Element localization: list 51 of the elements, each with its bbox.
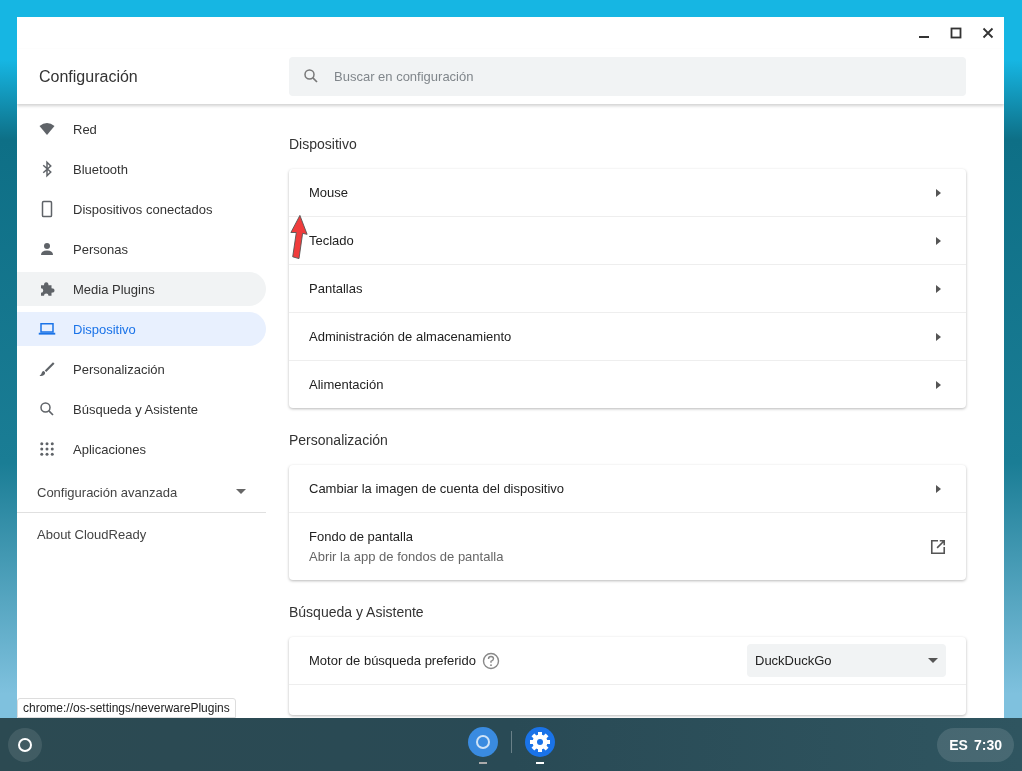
sidebar-item[interactable]: Personas [17, 232, 266, 266]
clock: 7:30 [973, 736, 1002, 753]
arrow-right-icon [936, 188, 941, 197]
sidebar-item[interactable]: Media Plugins [17, 272, 266, 306]
about-link[interactable]: About CloudReady [37, 527, 147, 542]
brush-icon [38, 360, 56, 378]
sidebar-item[interactable]: Búsqueda y Asistente [17, 392, 266, 426]
search-field[interactable]: Buscar en configuración [289, 57, 966, 96]
settings-row[interactable]: Cambiar la imagen de cuenta del dispositivo [289, 465, 966, 512]
settings-row[interactable]: Administración de almacenamiento [289, 312, 966, 360]
settings-row[interactable]: Mouse [289, 169, 966, 216]
sidebar-item[interactable]: Dispositivo [17, 312, 266, 346]
arrow-right-icon [936, 236, 941, 245]
external-link-icon [930, 538, 946, 555]
sidebar-item[interactable]: Dispositivos conectados [17, 192, 266, 226]
maximize-icon[interactable] [950, 27, 962, 39]
arrow-right-icon [936, 484, 941, 493]
sidebar-item[interactable]: Red [17, 112, 266, 146]
window-title: Configuración [38, 67, 139, 86]
caret-icon [236, 489, 246, 495]
sidebar-item[interactable]: Bluetooth [17, 152, 266, 186]
search-engine-dropdown[interactable]: DuckDuckGo [747, 644, 946, 677]
apps-grid-icon [38, 440, 56, 458]
settings-row[interactable]: Motor de búsqueda preferido DuckDuckGo [289, 637, 966, 684]
arrow-right-icon [936, 284, 941, 293]
advanced-settings-toggle[interactable]: Configuración avanzada [17, 472, 266, 513]
section-heading: Búsqueda y Asistente [289, 603, 425, 622]
help-icon[interactable] [481, 651, 500, 670]
sidebar-item[interactable]: Personalización [17, 352, 266, 386]
settings-icon[interactable] [524, 726, 556, 758]
status-url: chrome://os-settings/neverwarePlugins [17, 698, 236, 718]
section-heading: Dispositivo [289, 135, 358, 154]
laptop-icon [38, 320, 56, 338]
arrow-right-icon [936, 332, 941, 341]
browser-icon[interactable] [467, 726, 499, 758]
person-icon [38, 240, 56, 258]
status-tray[interactable]: ES 7:30 [937, 727, 1014, 762]
settings-row[interactable]: Alimentación [289, 360, 966, 408]
settings-row[interactable]: Pantallas [289, 264, 966, 312]
settings-row[interactable]: Fondo de pantalla Abrir la app de fondos de pantalla [289, 512, 966, 580]
caret-icon [928, 657, 938, 664]
arrow-right-icon [936, 380, 941, 389]
sidebar-item[interactable]: Aplicaciones [17, 432, 266, 466]
language-indicator: ES [949, 736, 968, 753]
close-icon[interactable] [982, 27, 994, 39]
annotation-arrow [290, 213, 308, 261]
puzzle-icon [38, 280, 56, 298]
search-icon [38, 400, 56, 418]
search-icon [302, 67, 320, 85]
section-heading: Personalización [289, 431, 389, 450]
launcher-button[interactable] [8, 727, 42, 762]
